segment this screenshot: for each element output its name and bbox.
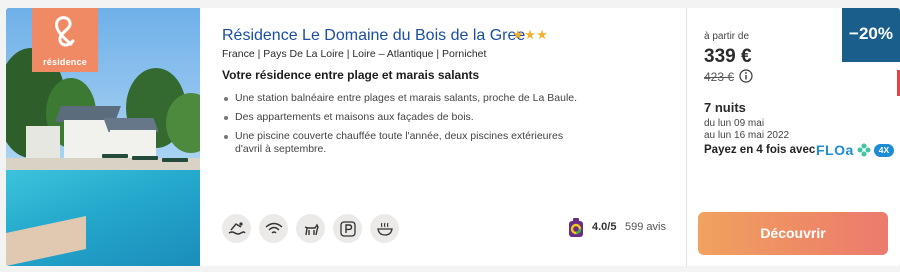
- date-from: du lun 09 mai: [704, 118, 765, 129]
- wifi-icon: [259, 214, 288, 243]
- discount-badge: −20%: [842, 8, 900, 62]
- feature-item: Une station balnéaire entre plages et ma…: [222, 92, 582, 105]
- discover-button[interactable]: Découvrir: [698, 212, 888, 255]
- review-badge-icon: [569, 218, 583, 237]
- current-price: 339 €: [704, 46, 752, 67]
- residence-logo: résidence: [32, 8, 98, 72]
- pet-icon: [296, 214, 325, 243]
- residence-photo[interactable]: résidence: [6, 8, 200, 266]
- pool-icon: [222, 214, 251, 243]
- feature-item: Une piscine couverte chauffée toute l'an…: [222, 130, 582, 156]
- floa-logo: FLOa: [816, 142, 854, 158]
- listing-title[interactable]: Résidence Le Domaine du Bois de la Gree: [222, 27, 525, 45]
- residence-logo-icon: [55, 16, 75, 47]
- date-to: au lun 16 mai 2022: [704, 130, 790, 141]
- old-price: 423 €: [704, 70, 735, 84]
- installment-text: Payez en 4 fois avec: [704, 144, 816, 156]
- info-icon[interactable]: [739, 69, 753, 83]
- star-rating: ★★★: [512, 27, 549, 42]
- logo-text: résidence: [43, 57, 87, 67]
- amenity-icons: [222, 214, 399, 243]
- feature-list: Une station balnéaire entre plages et ma…: [222, 92, 582, 162]
- floa-4x-badge: 4X: [874, 144, 894, 157]
- location-breadcrumb: France | Pays De La Loire | Loire – Atla…: [222, 48, 487, 60]
- divider: [686, 8, 687, 266]
- floa-flower-icon: [857, 143, 871, 157]
- rating-score: 4.0/5: [592, 221, 617, 233]
- feature-item: Des appartements et maisons aux façades …: [222, 111, 582, 124]
- spa-icon: [370, 214, 399, 243]
- parking-icon: [333, 214, 362, 243]
- listing-subtitle: Votre résidence entre plage et marais sa…: [222, 68, 480, 82]
- from-label: à partir de: [704, 31, 750, 42]
- listing-card: résidence Résidence Le Domaine du Bois d…: [6, 8, 900, 266]
- nights-count: 7 nuits: [704, 100, 746, 115]
- review-count[interactable]: 599 avis: [625, 221, 666, 233]
